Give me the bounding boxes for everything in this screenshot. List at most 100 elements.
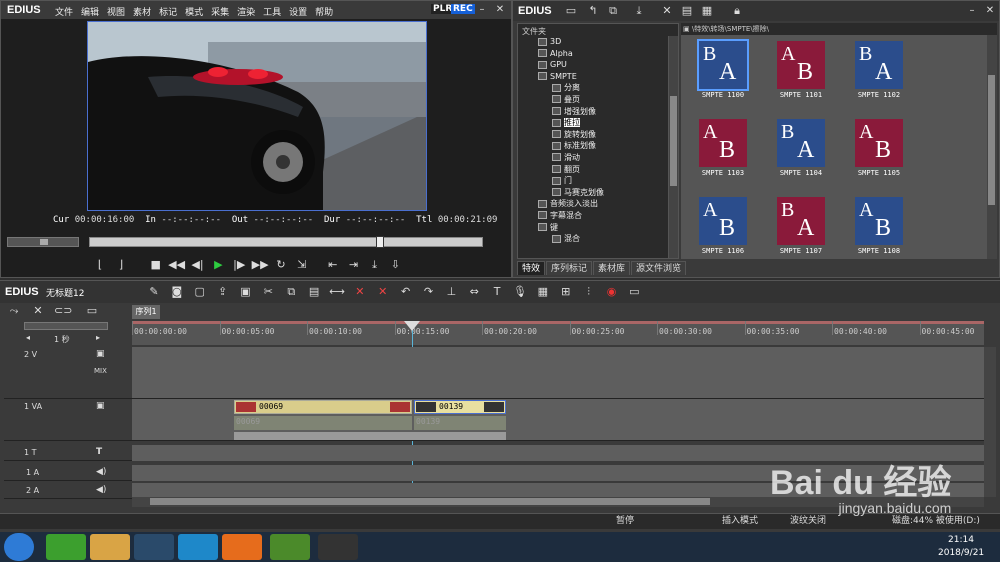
- tree-item[interactable]: 键: [520, 222, 678, 234]
- new-sequence-icon[interactable]: ▢: [192, 284, 208, 300]
- playhead-marker-top-icon[interactable]: [404, 321, 420, 331]
- rewind-icon[interactable]: ◀◀: [168, 257, 186, 273]
- timeline-vscroll[interactable]: [984, 347, 996, 497]
- tree-item[interactable]: 推拉: [520, 117, 678, 129]
- track-a2-header[interactable]: 2 A ◀): [4, 483, 132, 499]
- position-slider[interactable]: [89, 236, 483, 248]
- step-back-icon[interactable]: ◀|: [189, 257, 207, 273]
- up-folder-icon[interactable]: ↰: [585, 3, 601, 19]
- clip-00139-audio[interactable]: 00139: [414, 416, 506, 430]
- tree-item[interactable]: 翻页: [520, 164, 678, 176]
- effects-tab-3[interactable]: 源文件浏览: [631, 261, 687, 275]
- menu-item-10[interactable]: 帮助: [315, 5, 333, 18]
- tree-item[interactable]: 旋转划像: [520, 129, 678, 141]
- video-preview[interactable]: [87, 21, 427, 211]
- menu-item-7[interactable]: 渲染: [237, 5, 255, 18]
- menu-item-9[interactable]: 设置: [289, 5, 307, 18]
- fast-forward-icon[interactable]: ▶▶: [251, 257, 269, 273]
- clip-00139[interactable]: 00139: [414, 400, 506, 414]
- next-edit-icon[interactable]: ⇥: [345, 257, 363, 273]
- open-project-icon[interactable]: ⇪: [215, 284, 231, 300]
- track-a2-speaker-icon[interactable]: ◀): [96, 485, 106, 495]
- jog-handle[interactable]: [40, 239, 48, 245]
- transition-thumbnail[interactable]: BA: [855, 41, 903, 89]
- copy-icon[interactable]: ⧉: [605, 3, 621, 19]
- microphone-icon[interactable]: 🎙︎: [512, 284, 528, 300]
- grid-icon[interactable]: ⊞: [558, 284, 574, 300]
- lock-icon[interactable]: 🔒︎: [729, 3, 745, 19]
- record-icon[interactable]: ◉: [604, 284, 620, 300]
- undo-icon[interactable]: ↶: [398, 284, 414, 300]
- track-view-icon[interactable]: ▭: [84, 303, 100, 319]
- tree-item[interactable]: 3D: [520, 36, 678, 48]
- apply-icon[interactable]: ⤓: [631, 3, 647, 19]
- track-va1-visible-icon[interactable]: ▣: [96, 401, 105, 411]
- track-v2-header[interactable]: 2 V MIX ▣: [4, 347, 132, 399]
- menu-item-2[interactable]: 视图: [107, 5, 125, 18]
- menu-item-1[interactable]: 编辑: [81, 5, 99, 18]
- render-icon[interactable]: ▦: [535, 284, 551, 300]
- tree-item[interactable]: SMPTE: [520, 71, 678, 83]
- tree-item[interactable]: 字幕混合: [520, 210, 678, 222]
- tree-item[interactable]: 混合: [520, 233, 678, 245]
- firefox-taskbar-icon[interactable]: [222, 534, 262, 560]
- tree-item[interactable]: 叠页: [520, 94, 678, 106]
- menu-item-0[interactable]: 文件: [55, 5, 73, 18]
- tree-item[interactable]: 增强划像: [520, 106, 678, 118]
- zoom-out-icon[interactable]: ◂: [26, 333, 30, 342]
- copy-clip-icon[interactable]: ⧉: [283, 284, 299, 300]
- minimize-icon[interactable]: –: [475, 4, 489, 16]
- media-taskbar-icon[interactable]: [178, 534, 218, 560]
- menu-item-3[interactable]: 素材: [133, 5, 151, 18]
- sync-icon[interactable]: ⤳: [6, 303, 22, 319]
- effects-close-icon[interactable]: ✕: [983, 5, 997, 17]
- effects-tab-0[interactable]: 特效: [517, 261, 546, 275]
- sequence-tab[interactable]: 序列1: [132, 305, 160, 319]
- zoom-in-icon[interactable]: ▸: [96, 333, 100, 342]
- mixer-icon[interactable]: ⫶: [581, 284, 597, 300]
- explorer-taskbar-icon[interactable]: [90, 534, 130, 560]
- transition-thumbnail[interactable]: BA: [777, 197, 825, 245]
- add-cut-icon[interactable]: ⊥: [443, 284, 459, 300]
- delete-clip-icon[interactable]: ✕: [352, 284, 368, 300]
- ripple-delete-icon[interactable]: ✕: [375, 284, 391, 300]
- properties-icon[interactable]: ▤: [679, 3, 695, 19]
- delete-icon[interactable]: ✕: [659, 3, 675, 19]
- transition-thumbnail[interactable]: AB: [777, 41, 825, 89]
- clip-00069-audio[interactable]: 00069: [234, 416, 412, 430]
- tree-item[interactable]: 音频淡入淡出: [520, 198, 678, 210]
- insert-to-timeline-icon[interactable]: ⤓: [366, 257, 384, 273]
- menu-item-6[interactable]: 采集: [211, 5, 229, 18]
- effects-minimize-icon[interactable]: –: [965, 5, 979, 17]
- transition-thumbnail[interactable]: AB: [855, 119, 903, 167]
- grid-scrollbar[interactable]: [987, 35, 997, 259]
- timeline-ruler[interactable]: 00:00:00:00 00:00:05:00 00:00:10:00 00:00:1…: [132, 321, 984, 345]
- track-v2-area[interactable]: [132, 347, 984, 399]
- transition-thumbnail[interactable]: AB: [699, 197, 747, 245]
- start-button[interactable]: [4, 533, 34, 561]
- menu-item-5[interactable]: 模式: [185, 5, 203, 18]
- track-va1-header[interactable]: 1 VA ▣: [4, 399, 132, 441]
- tree-item[interactable]: GPU: [520, 59, 678, 71]
- overwrite-icon[interactable]: ⇩: [386, 257, 404, 273]
- folder-icon[interactable]: ▭: [563, 3, 579, 19]
- transition-thumbnail[interactable]: BA: [697, 39, 749, 91]
- tree-scrollbar[interactable]: [668, 36, 678, 258]
- step-forward-icon[interactable]: |▶: [230, 257, 248, 273]
- track-a1-header[interactable]: 1 A ◀): [4, 465, 132, 481]
- zoom-slider[interactable]: [24, 322, 108, 330]
- track-a1-speaker-icon[interactable]: ◀): [96, 467, 106, 477]
- playhead-marker-icon[interactable]: [376, 236, 384, 248]
- close-icon[interactable]: ✕: [493, 4, 507, 16]
- tree-item[interactable]: 分离: [520, 82, 678, 94]
- effects-tab-2[interactable]: 素材库: [593, 261, 631, 275]
- transition-thumbnail[interactable]: AB: [699, 119, 747, 167]
- track-t1-header[interactable]: 1 T T: [4, 445, 132, 461]
- qq-taskbar-icon[interactable]: [134, 534, 174, 560]
- settings-icon[interactable]: ▭: [626, 284, 642, 300]
- set-in-icon[interactable]: ⌊: [91, 257, 109, 273]
- play-icon[interactable]: ▶: [209, 257, 227, 273]
- edius-taskbar-icon[interactable]: [270, 534, 310, 560]
- stop-icon[interactable]: ■: [147, 257, 165, 273]
- jog-slider[interactable]: [7, 237, 79, 247]
